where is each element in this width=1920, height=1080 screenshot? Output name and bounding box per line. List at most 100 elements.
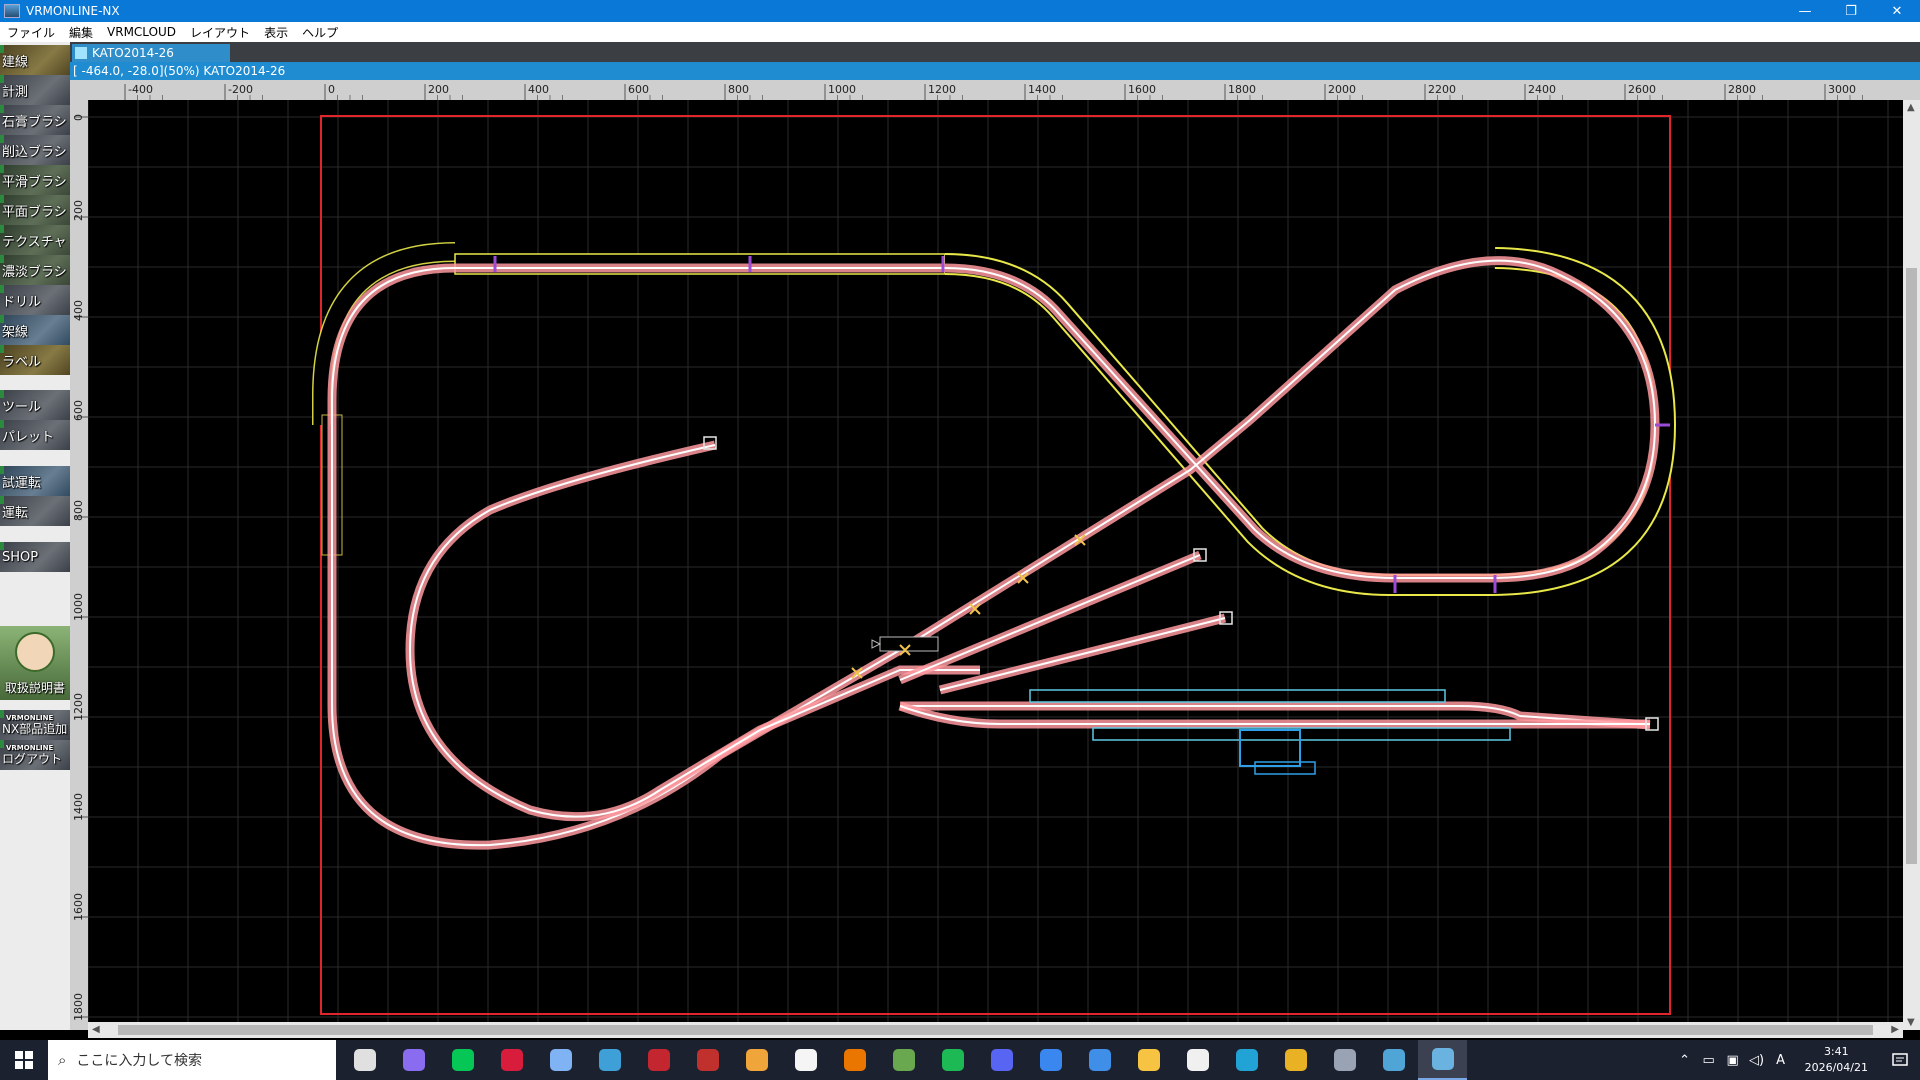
layout-svg[interactable] bbox=[88, 100, 1903, 1028]
spotify-icon[interactable] bbox=[928, 1040, 977, 1080]
scroll-down-icon[interactable]: ▼ bbox=[1907, 1017, 1915, 1028]
nx-parts-add-button[interactable]: VRMONLINE NX部品追加 bbox=[0, 710, 70, 740]
tool-label: 計測 bbox=[2, 84, 29, 100]
siding-middle-rail bbox=[939, 617, 1226, 691]
test-run-icon[interactable]: 試運転 bbox=[0, 466, 70, 496]
construct-track-icon[interactable]: 建線 bbox=[0, 45, 70, 75]
layout-canvas[interactable] bbox=[88, 100, 1903, 1028]
ruler-label: 2400 bbox=[1528, 83, 1556, 96]
ime-indicator[interactable]: A bbox=[1769, 1053, 1793, 1068]
shop-icon[interactable]: SHOP bbox=[0, 542, 70, 572]
menu-view[interactable]: 表示 bbox=[257, 24, 295, 41]
station-building[interactable] bbox=[1239, 729, 1301, 767]
vivaldi-icon[interactable] bbox=[536, 1040, 585, 1080]
copilot-icon[interactable] bbox=[389, 1040, 438, 1080]
ruler-label: -200 bbox=[228, 83, 253, 96]
menu-vrmcloud[interactable]: VRMCLOUD bbox=[100, 25, 183, 39]
discord-icon[interactable] bbox=[977, 1040, 1026, 1080]
track-object[interactable] bbox=[879, 636, 939, 652]
smooth-brush-icon[interactable]: 平滑ブラシ bbox=[0, 165, 70, 195]
windows-icon bbox=[15, 1051, 33, 1069]
red-app-icon[interactable] bbox=[487, 1040, 536, 1080]
shade-brush-icon[interactable]: 濃淡ブラシ bbox=[0, 255, 70, 285]
ruler-label: 2600 bbox=[1628, 83, 1656, 96]
menu-file[interactable]: ファイル bbox=[0, 24, 62, 41]
network-icon[interactable]: ▣ bbox=[1721, 1053, 1745, 1068]
blender-icon[interactable] bbox=[830, 1040, 879, 1080]
volume-icon[interactable]: ◁) bbox=[1745, 1053, 1769, 1068]
document-tab[interactable]: KATO2014-26 bbox=[72, 44, 230, 62]
krita-icon[interactable] bbox=[585, 1040, 634, 1080]
green-app-icon[interactable] bbox=[879, 1040, 928, 1080]
flat-brush-icon[interactable]: 平面ブラシ bbox=[0, 195, 70, 225]
taskbar-search[interactable]: ⌕ ここに入力して検索 bbox=[48, 1040, 336, 1080]
vertical-scroll-thumb[interactable] bbox=[1906, 268, 1917, 864]
logout-button[interactable]: VRMONLINE ログアウト bbox=[0, 740, 70, 770]
restore-button[interactable]: ❐ bbox=[1828, 0, 1874, 22]
scroll-left-icon[interactable]: ◀ bbox=[92, 1024, 100, 1035]
catenary-icon[interactable]: 架線 bbox=[0, 315, 70, 345]
app-glyph bbox=[500, 1049, 523, 1071]
tool-icon[interactable]: ツール bbox=[0, 390, 70, 420]
notification-icon[interactable] bbox=[1880, 1040, 1920, 1080]
blue-app-icon[interactable] bbox=[1075, 1040, 1124, 1080]
manual-button[interactable]: 取扱説明書 bbox=[0, 626, 70, 700]
elevated-diagonal[interactable] bbox=[944, 253, 1490, 596]
sw-2023-icon[interactable] bbox=[683, 1040, 732, 1080]
measure-icon[interactable]: 計測 bbox=[0, 75, 70, 105]
control-panel-icon[interactable] bbox=[1369, 1040, 1418, 1080]
palette-icon[interactable]: パレット bbox=[0, 420, 70, 450]
return-loop-track[interactable] bbox=[405, 440, 980, 822]
vrm-app-icon[interactable] bbox=[1418, 1040, 1467, 1080]
document-icon bbox=[75, 47, 87, 59]
scroll-up-icon[interactable]: ▲ bbox=[1907, 102, 1915, 113]
left-tool-panel: 建線 計測 石膏ブラシ 削込ブラシ 平滑ブラシ 平面ブラシ テクスチャ 濃淡ブラ… bbox=[0, 42, 70, 1030]
app-glyph bbox=[598, 1049, 621, 1071]
tool-label: 平滑ブラシ bbox=[2, 174, 67, 190]
store-icon[interactable] bbox=[1026, 1040, 1075, 1080]
edge-icon[interactable] bbox=[1222, 1040, 1271, 1080]
document-tab-bar: KATO2014-26 bbox=[70, 42, 1920, 62]
start-button[interactable] bbox=[0, 1040, 48, 1080]
nx-add-label: NX部品追加 bbox=[2, 722, 68, 736]
texture-icon[interactable]: テクスチャ bbox=[0, 225, 70, 255]
target-app-icon[interactable] bbox=[634, 1040, 683, 1080]
ruler-label: 200 bbox=[72, 200, 85, 221]
camera-icon[interactable] bbox=[1320, 1040, 1369, 1080]
drill-icon[interactable]: ドリル bbox=[0, 285, 70, 315]
manual-label: 取扱説明書 bbox=[4, 681, 65, 695]
title-bar[interactable]: VRMONLINE-NX — ❐ ✕ bbox=[0, 0, 1920, 22]
close-button[interactable]: ✕ bbox=[1874, 0, 1920, 22]
explorer-icon[interactable] bbox=[1124, 1040, 1173, 1080]
chrome-icon[interactable] bbox=[1271, 1040, 1320, 1080]
main-loop-rails bbox=[331, 259, 1657, 847]
tool-label: 運転 bbox=[2, 505, 29, 521]
menu-edit[interactable]: 編集 bbox=[62, 24, 100, 41]
chevron-up-icon[interactable]: ⌃ bbox=[1673, 1053, 1697, 1068]
minimize-button[interactable]: — bbox=[1782, 0, 1828, 22]
tool-label: ラベル bbox=[2, 354, 42, 370]
menu-layout[interactable]: レイアウト bbox=[183, 24, 257, 41]
scroll-right-icon[interactable]: ▶ bbox=[1891, 1024, 1899, 1035]
media-icon[interactable] bbox=[732, 1040, 781, 1080]
horizontal-scroll-thumb[interactable] bbox=[118, 1025, 1873, 1035]
tool-label: 削込ブラシ bbox=[2, 144, 67, 160]
app-glyph bbox=[1431, 1048, 1454, 1070]
main-loop-track[interactable] bbox=[327, 256, 1660, 850]
solitaire-icon[interactable] bbox=[1173, 1040, 1222, 1080]
task-view-icon[interactable] bbox=[340, 1040, 389, 1080]
tool-label: テクスチャ bbox=[2, 234, 67, 250]
vertical-scrollbar[interactable]: ▲ ▼ bbox=[1903, 100, 1920, 1030]
inkscape-icon[interactable] bbox=[781, 1040, 830, 1080]
plaster-brush-icon[interactable]: 石膏ブラシ bbox=[0, 105, 70, 135]
carve-brush-icon[interactable]: 削込ブラシ bbox=[0, 135, 70, 165]
run-icon[interactable]: 運転 bbox=[0, 496, 70, 526]
line-icon[interactable] bbox=[438, 1040, 487, 1080]
battery-icon[interactable]: ▭ bbox=[1697, 1053, 1721, 1068]
clock[interactable]: 3:41 2026/04/21 bbox=[1793, 1044, 1880, 1076]
label-icon[interactable]: ラベル bbox=[0, 345, 70, 375]
character-icon bbox=[15, 632, 55, 672]
station-platform[interactable] bbox=[1092, 727, 1511, 741]
horizontal-scrollbar[interactable]: ◀ ▶ bbox=[88, 1022, 1903, 1038]
menu-help[interactable]: ヘルプ bbox=[295, 24, 345, 41]
